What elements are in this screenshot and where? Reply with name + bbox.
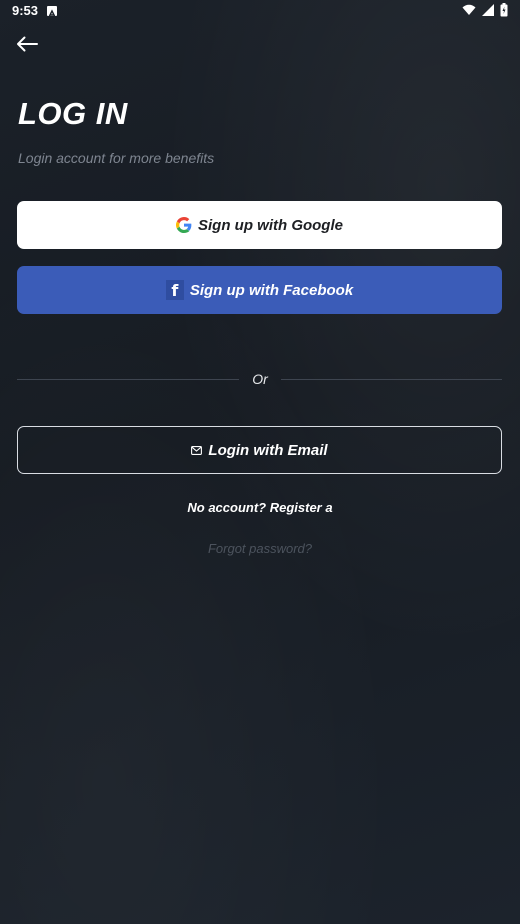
- status-bar: 9:53: [0, 0, 520, 24]
- facebook-button-label: Sign up with Facebook: [189, 281, 354, 299]
- google-signup-button[interactable]: Sign up with Google: [17, 201, 502, 249]
- divider-left: [17, 379, 239, 380]
- google-button-label: Sign up with Google: [198, 216, 343, 234]
- signal-icon: [482, 4, 494, 16]
- divider-or-label: Or: [252, 371, 268, 387]
- status-time: 9:53: [12, 3, 39, 18]
- forgot-password-link[interactable]: Forgot password?: [0, 541, 520, 556]
- email-button-label: Login with Email: [208, 441, 328, 459]
- battery-icon: [500, 3, 508, 17]
- email-login-button[interactable]: Login with Email: [17, 426, 502, 474]
- wifi-icon: [462, 4, 476, 15]
- register-link[interactable]: No account? Register a: [0, 500, 520, 515]
- status-icons: [462, 3, 508, 17]
- notification-icon: [47, 6, 57, 18]
- page-subtitle: Login account for more benefits: [18, 150, 215, 166]
- envelope-icon: [191, 445, 203, 455]
- back-button[interactable]: [12, 30, 42, 58]
- facebook-icon: f: [165, 280, 184, 300]
- google-icon: [176, 217, 192, 233]
- divider-right: [281, 379, 502, 380]
- arrow-left-icon: [17, 36, 38, 52]
- facebook-signup-button[interactable]: f Sign up with Facebook: [17, 266, 502, 314]
- page-title: LOG IN: [18, 96, 128, 131]
